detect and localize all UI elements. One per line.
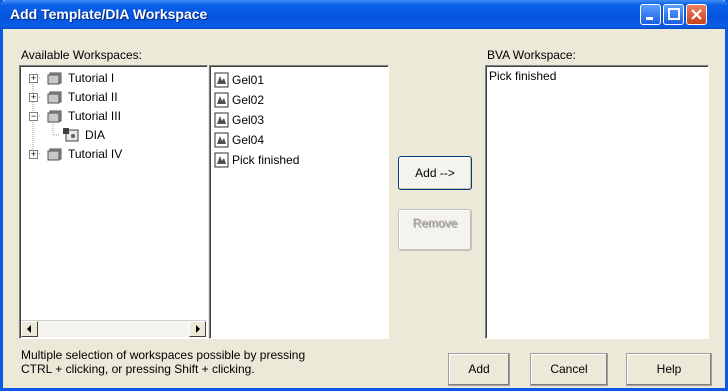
list-item[interactable]: Pick finished <box>489 69 556 83</box>
remove-button[interactable]: Remove <box>398 209 472 251</box>
workspace-list[interactable]: Gel01 Gel02 Gel03 Gel04 Pick finished <box>209 65 389 339</box>
close-icon <box>691 9 702 20</box>
add-button[interactable]: Add <box>448 353 510 386</box>
list-item-label: Gel02 <box>232 93 265 107</box>
gel-icon <box>214 112 229 128</box>
minimize-icon <box>646 17 653 20</box>
workspace-icon <box>47 91 62 104</box>
help-button[interactable]: Help <box>626 353 712 386</box>
horizontal-scrollbar[interactable] <box>21 320 206 337</box>
expand-icon[interactable]: + <box>29 93 38 102</box>
tree-item-tutorial-3[interactable]: − Tutorial III <box>20 107 200 125</box>
tree-item-tutorial-1[interactable]: + Tutorial I <box>20 69 200 87</box>
dia-icon <box>63 128 79 142</box>
tree-item-tutorial-4[interactable]: + Tutorial IV <box>20 145 200 163</box>
collapse-icon[interactable]: − <box>29 112 38 121</box>
gel-icon <box>214 72 229 88</box>
window-title: Add Template/DIA Workspace <box>10 6 208 22</box>
tree-item-label: DIA <box>85 128 106 142</box>
maximize-icon <box>668 8 680 20</box>
workspace-icon <box>47 148 62 161</box>
list-item-label: Gel04 <box>232 133 265 147</box>
scroll-left-button[interactable] <box>21 321 38 337</box>
gel-icon <box>214 132 229 148</box>
available-workspaces-label: Available Workspaces: <box>21 48 142 62</box>
list-item-label: Pick finished <box>232 153 300 167</box>
minimize-button[interactable] <box>640 4 661 25</box>
arrow-left-icon <box>27 325 31 333</box>
bva-workspace-label: BVA Workspace: <box>487 48 576 62</box>
tree-item-label: Tutorial III <box>68 109 121 123</box>
title-bar[interactable]: Add Template/DIA Workspace <box>0 0 728 29</box>
gel-icon <box>214 152 229 168</box>
cancel-button[interactable]: Cancel <box>530 353 608 386</box>
close-button[interactable] <box>686 4 707 25</box>
gel-icon <box>214 92 229 108</box>
arrow-right-icon <box>196 325 200 333</box>
expand-icon[interactable]: + <box>29 74 38 83</box>
list-item-label: Gel01 <box>232 73 265 87</box>
add-arrow-button[interactable]: Add --> <box>398 156 472 190</box>
maximize-button[interactable] <box>663 4 684 25</box>
tree-item-label: Tutorial IV <box>68 147 123 161</box>
selection-hint: Multiple selection of workspaces possibl… <box>21 348 305 376</box>
workspace-icon <box>47 72 62 85</box>
list-item-label: Gel03 <box>232 113 265 127</box>
tree-item-label: Tutorial I <box>68 71 115 85</box>
tree-item-dia[interactable]: DIA <box>20 126 200 144</box>
scroll-right-button[interactable] <box>189 321 206 337</box>
hint-line-2: CTRL + clicking, or pressing Shift + cli… <box>21 362 255 376</box>
bva-workspace-list[interactable]: Pick finished <box>485 65 709 339</box>
workspace-tree[interactable]: + Tutorial I + Tutorial II − Tutorial II… <box>19 65 208 339</box>
hint-line-1: Multiple selection of workspaces possibl… <box>21 348 306 362</box>
workspace-icon <box>47 110 62 123</box>
expand-icon[interactable]: + <box>29 150 38 159</box>
tree-item-label: Tutorial II <box>68 90 118 104</box>
tree-item-tutorial-2[interactable]: + Tutorial II <box>20 88 200 106</box>
